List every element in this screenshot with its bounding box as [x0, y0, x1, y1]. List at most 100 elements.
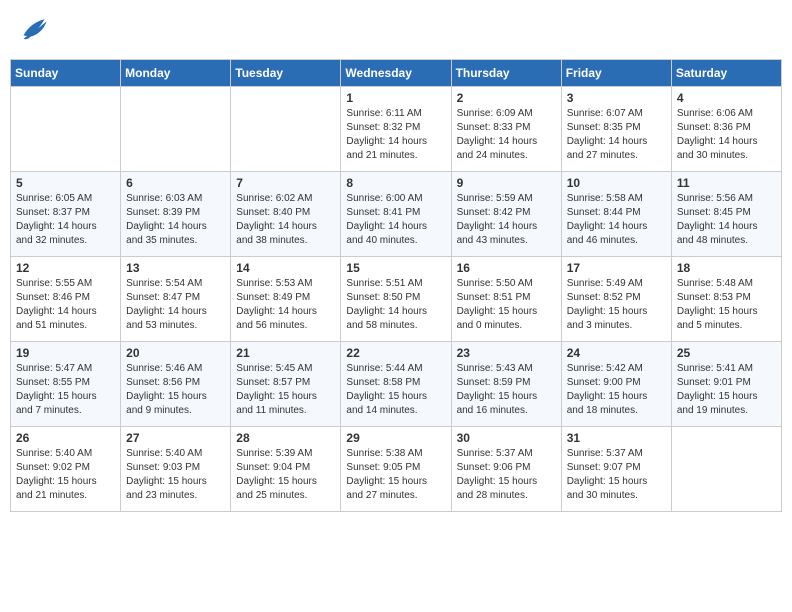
calendar-cell: 16 Sunrise: 5:50 AM Sunset: 8:51 PM Dayli… — [451, 257, 561, 342]
col-header-friday: Friday — [561, 60, 671, 87]
calendar-cell: 19 Sunrise: 5:47 AM Sunset: 8:55 PM Dayli… — [11, 342, 121, 427]
day-number: 2 — [457, 91, 556, 105]
day-info: Sunrise: 5:44 AM Sunset: 8:58 PM Dayligh… — [346, 362, 445, 418]
calendar-cell: 11 Sunrise: 5:56 AM Sunset: 8:45 PM Dayli… — [671, 172, 781, 257]
col-header-tuesday: Tuesday — [231, 60, 341, 87]
calendar-cell: 30 Sunrise: 5:37 AM Sunset: 9:06 PM Dayli… — [451, 427, 561, 512]
day-number: 5 — [16, 176, 115, 190]
calendar-cell: 1Sunrise: 6:11 AM Sunset: 8:32 PM Daylig… — [341, 87, 451, 172]
calendar-week-4: 19 Sunrise: 5:47 AM Sunset: 8:55 PM Dayli… — [11, 342, 782, 427]
day-number: 18 — [677, 261, 776, 275]
calendar-cell: 29 Sunrise: 5:38 AM Sunset: 9:05 PM Dayli… — [341, 427, 451, 512]
calendar-cell: 15 Sunrise: 5:51 AM Sunset: 8:50 PM Dayli… — [341, 257, 451, 342]
day-info: Sunrise: 5:40 AM Sunset: 9:03 PM Dayligh… — [126, 447, 225, 503]
day-info: Sunrise: 5:43 AM Sunset: 8:59 PM Dayligh… — [457, 362, 556, 418]
calendar-cell: 10 Sunrise: 5:58 AM Sunset: 8:44 PM Dayli… — [561, 172, 671, 257]
day-number: 22 — [346, 346, 445, 360]
calendar-cell: 26 Sunrise: 5:40 AM Sunset: 9:02 PM Dayli… — [11, 427, 121, 512]
day-number: 28 — [236, 431, 335, 445]
day-info: Sunrise: 5:38 AM Sunset: 9:05 PM Dayligh… — [346, 447, 445, 503]
day-number: 24 — [567, 346, 666, 360]
calendar-week-1: 1Sunrise: 6:11 AM Sunset: 8:32 PM Daylig… — [11, 87, 782, 172]
calendar-cell: 25Sunrise: 5:41 AM Sunset: 9:01 PM Dayli… — [671, 342, 781, 427]
day-info: Sunrise: 5:46 AM Sunset: 8:56 PM Dayligh… — [126, 362, 225, 418]
calendar-week-2: 5Sunrise: 6:05 AM Sunset: 8:37 PM Daylig… — [11, 172, 782, 257]
day-info: Sunrise: 5:59 AM Sunset: 8:42 PM Dayligh… — [457, 192, 556, 248]
day-number: 9 — [457, 176, 556, 190]
day-number: 14 — [236, 261, 335, 275]
day-info: Sunrise: 5:39 AM Sunset: 9:04 PM Dayligh… — [236, 447, 335, 503]
calendar-cell: 23 Sunrise: 5:43 AM Sunset: 8:59 PM Dayli… — [451, 342, 561, 427]
day-info: Sunrise: 5:48 AM Sunset: 8:53 PM Dayligh… — [677, 277, 776, 333]
day-number: 16 — [457, 261, 556, 275]
calendar-cell: 4 Sunrise: 6:06 AM Sunset: 8:36 PM Daylig… — [671, 87, 781, 172]
page-header — [10, 10, 782, 51]
day-info: Sunrise: 5:56 AM Sunset: 8:45 PM Dayligh… — [677, 192, 776, 248]
day-number: 30 — [457, 431, 556, 445]
day-number: 17 — [567, 261, 666, 275]
calendar-cell: 6 Sunrise: 6:03 AM Sunset: 8:39 PM Daylig… — [121, 172, 231, 257]
day-info: Sunrise: 5:37 AM Sunset: 9:07 PM Dayligh… — [567, 447, 666, 503]
day-number: 4 — [677, 91, 776, 105]
calendar-cell: 20 Sunrise: 5:46 AM Sunset: 8:56 PM Dayli… — [121, 342, 231, 427]
day-info: Sunrise: 5:47 AM Sunset: 8:55 PM Dayligh… — [16, 362, 115, 418]
col-header-wednesday: Wednesday — [341, 60, 451, 87]
day-info: Sunrise: 5:54 AM Sunset: 8:47 PM Dayligh… — [126, 277, 225, 333]
day-number: 29 — [346, 431, 445, 445]
logo-bird-icon — [20, 14, 48, 42]
calendar-cell: 9 Sunrise: 5:59 AM Sunset: 8:42 PM Daylig… — [451, 172, 561, 257]
calendar-cell: 21 Sunrise: 5:45 AM Sunset: 8:57 PM Dayli… — [231, 342, 341, 427]
calendar-cell: 22 Sunrise: 5:44 AM Sunset: 8:58 PM Dayli… — [341, 342, 451, 427]
day-number: 23 — [457, 346, 556, 360]
col-header-monday: Monday — [121, 60, 231, 87]
day-info: Sunrise: 5:58 AM Sunset: 8:44 PM Dayligh… — [567, 192, 666, 248]
calendar-cell: 13 Sunrise: 5:54 AM Sunset: 8:47 PM Dayli… — [121, 257, 231, 342]
col-header-thursday: Thursday — [451, 60, 561, 87]
calendar-cell: 24Sunrise: 5:42 AM Sunset: 9:00 PM Dayli… — [561, 342, 671, 427]
calendar-cell: 28 Sunrise: 5:39 AM Sunset: 9:04 PM Dayli… — [231, 427, 341, 512]
calendar-cell: 3Sunrise: 6:07 AM Sunset: 8:35 PM Daylig… — [561, 87, 671, 172]
day-number: 3 — [567, 91, 666, 105]
day-number: 10 — [567, 176, 666, 190]
calendar-cell — [11, 87, 121, 172]
day-number: 13 — [126, 261, 225, 275]
day-number: 11 — [677, 176, 776, 190]
calendar-cell: 18 Sunrise: 5:48 AM Sunset: 8:53 PM Dayli… — [671, 257, 781, 342]
day-info: Sunrise: 5:37 AM Sunset: 9:06 PM Dayligh… — [457, 447, 556, 503]
calendar-week-5: 26 Sunrise: 5:40 AM Sunset: 9:02 PM Dayli… — [11, 427, 782, 512]
calendar-cell: 2 Sunrise: 6:09 AM Sunset: 8:33 PM Daylig… — [451, 87, 561, 172]
day-number: 26 — [16, 431, 115, 445]
day-info: Sunrise: 5:53 AM Sunset: 8:49 PM Dayligh… — [236, 277, 335, 333]
header-row: SundayMondayTuesdayWednesdayThursdayFrid… — [11, 60, 782, 87]
day-info: Sunrise: 5:49 AM Sunset: 8:52 PM Dayligh… — [567, 277, 666, 333]
day-info: Sunrise: 5:45 AM Sunset: 8:57 PM Dayligh… — [236, 362, 335, 418]
calendar-cell: 8Sunrise: 6:00 AM Sunset: 8:41 PM Daylig… — [341, 172, 451, 257]
day-number: 15 — [346, 261, 445, 275]
day-info: Sunrise: 5:40 AM Sunset: 9:02 PM Dayligh… — [16, 447, 115, 503]
calendar-cell: 27 Sunrise: 5:40 AM Sunset: 9:03 PM Dayli… — [121, 427, 231, 512]
calendar-cell — [121, 87, 231, 172]
calendar-cell — [231, 87, 341, 172]
calendar-cell: 31 Sunrise: 5:37 AM Sunset: 9:07 PM Dayli… — [561, 427, 671, 512]
day-info: Sunrise: 5:41 AM Sunset: 9:01 PM Dayligh… — [677, 362, 776, 418]
day-number: 1 — [346, 91, 445, 105]
day-info: Sunrise: 6:09 AM Sunset: 8:33 PM Dayligh… — [457, 107, 556, 163]
calendar-cell: 14 Sunrise: 5:53 AM Sunset: 8:49 PM Dayli… — [231, 257, 341, 342]
day-number: 6 — [126, 176, 225, 190]
day-info: Sunrise: 5:55 AM Sunset: 8:46 PM Dayligh… — [16, 277, 115, 333]
day-info: Sunrise: 5:50 AM Sunset: 8:51 PM Dayligh… — [457, 277, 556, 333]
day-number: 21 — [236, 346, 335, 360]
day-number: 12 — [16, 261, 115, 275]
day-info: Sunrise: 5:51 AM Sunset: 8:50 PM Dayligh… — [346, 277, 445, 333]
day-info: Sunrise: 6:02 AM Sunset: 8:40 PM Dayligh… — [236, 192, 335, 248]
calendar-cell: 5Sunrise: 6:05 AM Sunset: 8:37 PM Daylig… — [11, 172, 121, 257]
day-info: Sunrise: 6:06 AM Sunset: 8:36 PM Dayligh… — [677, 107, 776, 163]
day-number: 20 — [126, 346, 225, 360]
day-number: 27 — [126, 431, 225, 445]
calendar-table: SundayMondayTuesdayWednesdayThursdayFrid… — [10, 59, 782, 512]
calendar-cell — [671, 427, 781, 512]
day-number: 19 — [16, 346, 115, 360]
day-number: 31 — [567, 431, 666, 445]
day-info: Sunrise: 6:03 AM Sunset: 8:39 PM Dayligh… — [126, 192, 225, 248]
calendar-week-3: 12 Sunrise: 5:55 AM Sunset: 8:46 PM Dayli… — [11, 257, 782, 342]
